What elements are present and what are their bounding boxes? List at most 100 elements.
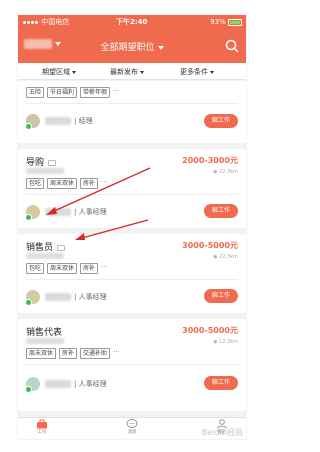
- tag: 房补: [59, 348, 78, 359]
- job-title: 销售员: [26, 243, 54, 253]
- nav-item-work[interactable]: 工作: [22, 419, 62, 435]
- recruiter: | 人事经理: [45, 207, 107, 217]
- verified-icon: [25, 386, 32, 393]
- divider: [26, 279, 238, 280]
- chat-button[interactable]: 聊工作: [204, 114, 238, 128]
- more-tags: ···: [113, 348, 120, 356]
- job-title-row: 销售代表: [26, 325, 62, 338]
- filter-more-label: 更多条件: [180, 68, 208, 76]
- tag: 周末双休: [47, 263, 78, 274]
- chat-button[interactable]: 聊工作: [204, 289, 238, 303]
- recruiter-role: | 人事经理: [74, 293, 107, 301]
- verified-icon: [25, 123, 32, 130]
- company-name-blurred: [26, 338, 64, 344]
- page-title: 全部期望职位: [100, 43, 155, 53]
- avatar: [25, 377, 40, 393]
- app-header: 全部期望职位: [18, 30, 246, 63]
- salary: 3000-5000元: [182, 326, 238, 335]
- chevron-down-icon: [72, 70, 76, 74]
- nav-label: 消息: [127, 430, 137, 435]
- verified-icon: [25, 214, 32, 221]
- status-right: 93%: [210, 15, 242, 30]
- tag: 包吃: [26, 263, 45, 274]
- more-tags: ···: [113, 87, 120, 95]
- company-name-blurred: [26, 168, 64, 174]
- divider: [26, 364, 238, 365]
- filter-more[interactable]: 更多条件: [180, 67, 214, 77]
- company-icon: [57, 244, 66, 251]
- distance-value: 22.3km: [219, 254, 238, 260]
- recruiter-name-blurred: [45, 293, 71, 301]
- recruiter-name-blurred: [45, 380, 71, 388]
- benefit-tags: 包吃 周末双休 房补 ···: [26, 178, 108, 189]
- job-title: 销售代表: [26, 328, 63, 338]
- briefcase-icon: [37, 419, 47, 429]
- filter-latest-label: 最新发布: [110, 68, 138, 76]
- nav-item-messages[interactable]: 消息: [112, 419, 152, 435]
- avatar: [25, 114, 40, 130]
- tag: 交通补助: [80, 348, 111, 359]
- benefit-tags: 包吃 周末双休 房补 ···: [26, 263, 108, 274]
- chevron-down-icon: [140, 70, 144, 74]
- phone-screen: 中国电信 下午2:40 93% 全部期望职位 期望区域 最新发布 更多条件 五险…: [18, 15, 246, 439]
- nav-label: 工作: [37, 430, 47, 435]
- filter-area[interactable]: 期望区域: [42, 67, 76, 77]
- recruiter-role: | 人事经理: [74, 208, 107, 216]
- tag: 房补: [80, 178, 99, 189]
- recruiter: | 人事经理: [45, 292, 107, 302]
- battery-icon: [228, 18, 242, 26]
- clock: 下午2:40: [116, 18, 148, 26]
- job-card[interactable]: 导购 2000-3000元 ◉ 22.3km 包吃 周末双休 房补 ··· | 人事经…: [18, 149, 246, 228]
- chat-bubble-icon: [126, 419, 138, 428]
- chat-button[interactable]: 聊工作: [204, 376, 238, 390]
- salary: 3000-5000元: [182, 241, 238, 250]
- tag: 节日福利: [47, 87, 78, 98]
- avatar: [25, 205, 40, 221]
- position-selector[interactable]: 全部期望职位: [18, 40, 246, 53]
- carrier-label: 中国电信: [23, 15, 69, 30]
- search-icon[interactable]: [224, 38, 240, 54]
- recruiter: | 人事经理: [45, 379, 107, 389]
- divider: [26, 103, 238, 104]
- tag: 房补: [80, 263, 99, 274]
- tag: 五险: [26, 87, 45, 98]
- more-tags: ···: [101, 178, 108, 186]
- benefit-tags: 五险 节日福利 带薪年假 ···: [26, 87, 120, 98]
- company-icon: [48, 159, 57, 166]
- verified-icon: [25, 299, 32, 306]
- tag: 包吃: [26, 178, 45, 189]
- job-card[interactable]: 销售代表 3000-5000元 ◉ 12.3km 周末双休 房补 交通补助 ··· |…: [18, 319, 246, 411]
- company-name-blurred: [26, 253, 64, 259]
- watermark: Baidu 经验: [201, 428, 243, 437]
- divider: [26, 194, 238, 195]
- filter-area-label: 期望区域: [42, 68, 70, 76]
- filter-latest[interactable]: 最新发布: [110, 67, 144, 77]
- distance-value: 22.3km: [219, 169, 238, 175]
- status-bar: 中国电信 下午2:40 93%: [18, 15, 246, 30]
- job-card-partial[interactable]: 五险 节日福利 带薪年假 ··· | 经理 聊工作: [18, 81, 246, 143]
- recruiter-name-blurred: [45, 208, 71, 216]
- job-card[interactable]: 销售员 3000-5000元 ◉ 22.3km 包吃 周末双休 房补 ··· | 人事…: [18, 234, 246, 313]
- distance: ◉ 22.3km: [213, 254, 238, 260]
- job-title-row: 销售员: [26, 240, 66, 253]
- job-title: 导购: [26, 158, 45, 168]
- recruiter-role: | 人事经理: [74, 380, 107, 388]
- recruiter-role: | 经理: [74, 117, 93, 125]
- chevron-down-icon: [210, 70, 214, 74]
- avatar: [25, 290, 40, 306]
- job-title-row: 导购: [26, 155, 57, 168]
- battery-percent: 93%: [210, 18, 226, 26]
- chevron-down-icon: [157, 45, 164, 50]
- chat-button[interactable]: 聊工作: [204, 204, 238, 218]
- tag: 带薪年假: [80, 87, 111, 98]
- benefit-tags: 周末双休 房补 交通补助 ···: [26, 348, 120, 359]
- recruiter-name-blurred: [45, 117, 71, 125]
- distance: ◉ 12.3km: [213, 339, 238, 345]
- tag: 周末双休: [26, 348, 57, 359]
- tag: 周末双休: [47, 178, 78, 189]
- carrier-text: 中国电信: [41, 18, 70, 26]
- salary: 2000-3000元: [182, 156, 238, 165]
- filter-bar: 期望区域 最新发布 更多条件: [18, 63, 246, 80]
- more-tags: ···: [101, 263, 108, 271]
- distance: ◉ 22.3km: [213, 169, 238, 175]
